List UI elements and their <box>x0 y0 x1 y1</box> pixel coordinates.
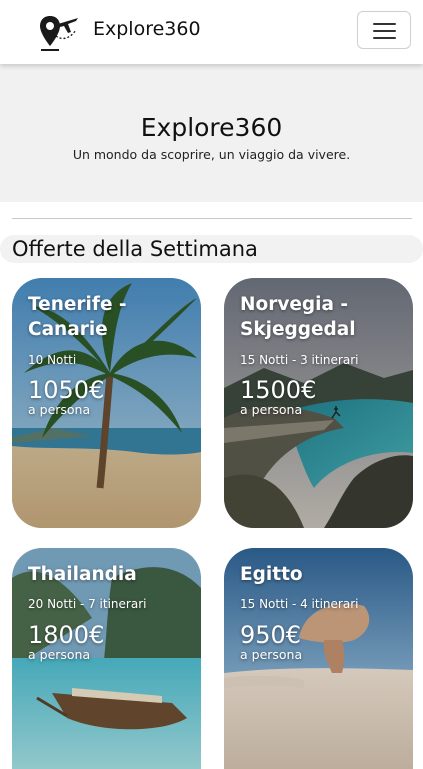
offer-card-thailandia[interactable]: Thailandia 20 Notti - 7 itinerari 1800€ … <box>12 548 201 769</box>
brand-name[interactable]: Explore360 <box>93 18 201 40</box>
offer-name: Tenerife - Canarie <box>28 294 127 340</box>
offer-name: Norvegia - Skjeggedal <box>240 294 356 340</box>
navbar: Explore360 <box>0 0 423 64</box>
offer-price-unit: a persona <box>28 647 91 662</box>
offer-duration: 10 Notti <box>28 353 77 367</box>
hamburger-menu-icon <box>373 23 396 25</box>
offer-card-egitto[interactable]: Egitto 15 Notti - 4 itinerari 950€ a per… <box>224 548 413 769</box>
offer-price-unit: a persona <box>28 402 91 417</box>
offer-price: 1500€ <box>240 376 317 404</box>
offer-card-tenerife[interactable]: Tenerife - Canarie 10 Notti 1050€ a pers… <box>12 278 201 528</box>
hero-subtitle: Un mondo da scoprire, un viaggio da vive… <box>72 147 351 162</box>
offer-duration: 15 Notti - 3 itinerari <box>240 353 359 367</box>
divider <box>12 218 412 219</box>
offer-duration: 20 Notti - 7 itinerari <box>28 597 147 611</box>
offer-price-unit: a persona <box>240 402 303 417</box>
hero-banner: Explore360 Un mondo da scoprire, un viag… <box>0 64 423 202</box>
offer-price-unit: a persona <box>240 647 303 662</box>
hero-title: Explore360 <box>140 113 283 142</box>
offer-name: Thailandia <box>28 564 137 585</box>
offer-price: 1800€ <box>28 621 105 649</box>
offer-name: Egitto <box>240 564 303 585</box>
offer-price: 1050€ <box>28 376 105 404</box>
offer-price: 950€ <box>240 621 302 649</box>
map-pin-airplane-icon[interactable] <box>38 12 80 54</box>
section-header: Offerte della Settimana <box>0 235 423 263</box>
offer-card-norvegia[interactable]: Norvegia - Skjeggedal 15 Notti - 3 itine… <box>224 278 413 528</box>
menu-toggle-button[interactable] <box>357 11 411 49</box>
offer-duration: 15 Notti - 4 itinerari <box>240 597 359 611</box>
section-title: Offerte della Settimana <box>12 237 258 261</box>
